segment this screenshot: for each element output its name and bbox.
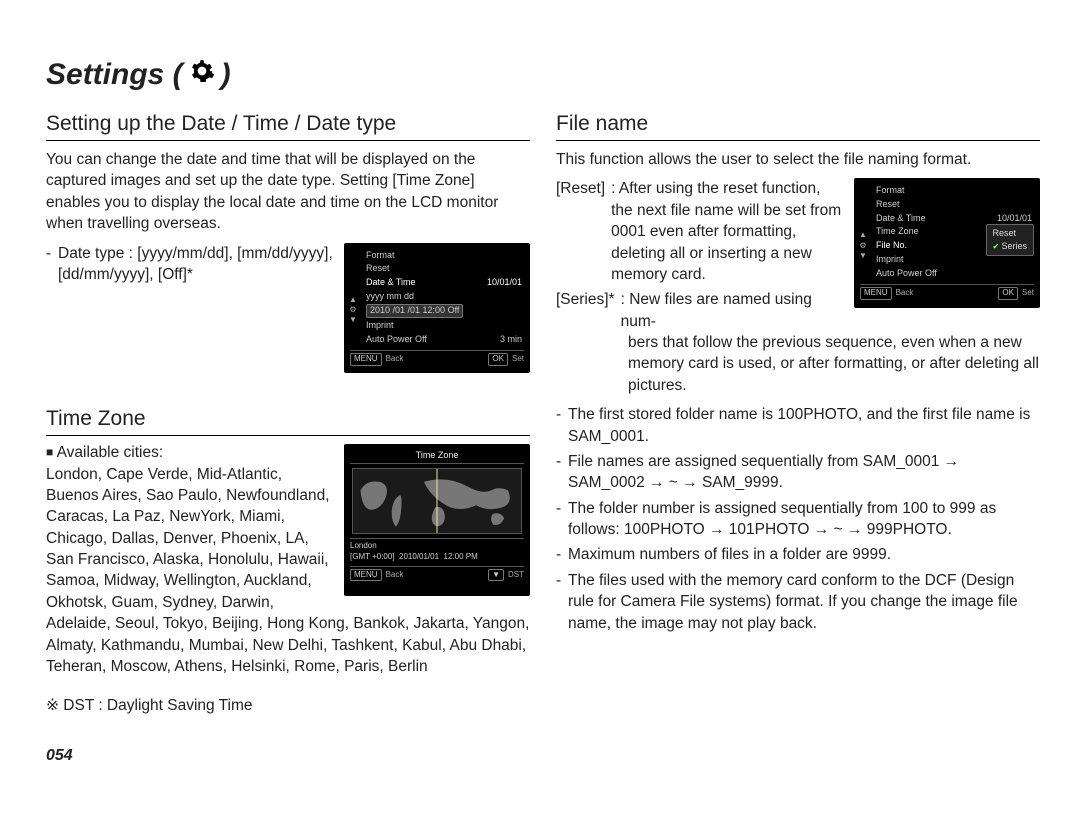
heading-file-name: File name — [556, 112, 1040, 141]
page-number: 054 — [46, 747, 530, 765]
bullet-5: The files used with the memory card conf… — [556, 570, 1040, 634]
date-time-intro: You can change the date and time that wi… — [46, 149, 530, 235]
bullet-3: The folder number is assigned sequential… — [556, 498, 1040, 541]
file-name-intro: This function allows the user to select … — [556, 149, 1040, 170]
bullet-2: File names are assigned sequentially fro… — [556, 451, 1040, 494]
lcd-nav-vertical: ▲⚙▼ — [348, 295, 358, 323]
opt-series-rest: bers that follow the previous sequence, … — [556, 332, 1040, 396]
bullet-4: Maximum numbers of files in a folder are… — [556, 544, 1040, 565]
opt-series-lead: [Series]* : New files are named using nu… — [556, 289, 844, 332]
dst-note: ※ DST : Daylight Saving Time — [46, 695, 530, 716]
lcd-file-name-figure: ▲⚙▼ Format Reset Date & Time10/01/01 Tim… — [854, 178, 1040, 308]
page-title: Settings ( ) — [46, 58, 1040, 92]
heading-time-zone: Time Zone — [46, 407, 530, 436]
heading-date-time: Setting up the Date / Time / Date type — [46, 112, 530, 141]
lcd-nav-vertical: ▲⚙▼ — [858, 230, 868, 258]
world-map-icon — [352, 468, 522, 534]
gear-icon — [189, 58, 215, 92]
opt-reset: [Reset] : After using the reset function… — [556, 178, 844, 285]
page-title-text: Settings ( — [46, 58, 183, 92]
lcd-time-zone-figure: Time Zone — [344, 444, 530, 596]
right-column: File name This function allows the user … — [556, 106, 1040, 765]
file-name-bullets: The first stored folder name is 100PHOTO… — [556, 404, 1040, 634]
file-no-popup: Reset Series — [986, 224, 1034, 255]
left-column: Setting up the Date / Time / Date type Y… — [46, 106, 530, 765]
manual-page: Settings ( ) Setting up the Date / Time … — [0, 0, 1080, 785]
page-title-after: ) — [221, 58, 231, 92]
date-type-line: Date type : [yyyy/mm/dd], [mm/dd/yyyy], … — [46, 243, 530, 286]
bullet-1: The first stored folder name is 100PHOTO… — [556, 404, 1040, 447]
